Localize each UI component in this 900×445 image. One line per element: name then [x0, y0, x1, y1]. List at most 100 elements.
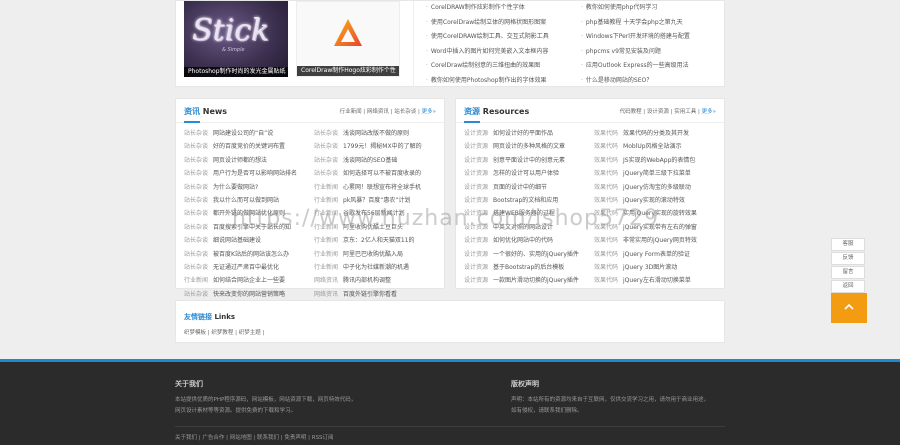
- item-title[interactable]: 如何结合网站企业上一些要: [213, 277, 285, 284]
- item-category[interactable]: 效果代码: [594, 197, 618, 204]
- item-title[interactable]: jQuery实现的滚动特效: [623, 197, 685, 204]
- item-title[interactable]: 如何设计好的平面作品: [493, 130, 553, 137]
- item-title[interactable]: 百度搜索引擎中关于站长的知: [213, 224, 291, 231]
- item-category[interactable]: 站长杂谈: [314, 143, 338, 150]
- item-title[interactable]: jQuery简单三级下拉菜单: [623, 170, 691, 177]
- item-category[interactable]: 效果代码: [594, 210, 618, 217]
- list-item[interactable]: Windows下Perl开发环境的搭建与配置: [581, 30, 721, 45]
- item-category[interactable]: 设计资源: [464, 130, 488, 137]
- item-title[interactable]: pk风暴？百度“惠农”计划: [343, 197, 411, 204]
- item-category[interactable]: 站长杂谈: [184, 130, 208, 137]
- item-category[interactable]: 效果代码: [594, 224, 618, 231]
- item-category[interactable]: 设计资源: [464, 184, 488, 191]
- item-category[interactable]: 行业新闻: [314, 197, 338, 204]
- item-title[interactable]: 网站建设公司的“自”说: [213, 130, 273, 137]
- item-title[interactable]: 好的百度竞价的关键词布置: [213, 143, 285, 150]
- item-category[interactable]: 行业新闻: [314, 251, 338, 258]
- list-item[interactable]: 设计资源 网页设计的多种风格的文章: [464, 140, 592, 153]
- item-title[interactable]: 被百度K站后的网站该怎么办: [213, 251, 289, 258]
- item-category[interactable]: 站长杂谈: [184, 224, 208, 231]
- item-title[interactable]: JS实现的WebApp的表情包: [623, 157, 695, 164]
- list-item[interactable]: 站长杂谈 为什么要做网站?: [184, 181, 312, 194]
- list-item[interactable]: 设计资源 中英文对照的网站设计: [464, 221, 592, 234]
- side-back-button[interactable]: 返回: [831, 280, 865, 293]
- list-item[interactable]: 设计资源 Bootstrap的文档和应用: [464, 194, 592, 207]
- list-item[interactable]: 效果代码 jQuery简单三级下拉菜单: [594, 167, 718, 180]
- item-category[interactable]: 站长杂谈: [184, 197, 208, 204]
- list-item[interactable]: 效果代码 效果代码的分类及其开发: [594, 127, 718, 140]
- list-item[interactable]: 行业新闻 阿里巴巴收购优酷入局: [314, 248, 438, 261]
- item-title[interactable]: 效果代码的分类及其开发: [623, 130, 689, 137]
- item-title[interactable]: jQuery Form表单的验证: [623, 251, 690, 258]
- list-item[interactable]: 效果代码 实用jQuery实现的旋转效果: [594, 207, 718, 220]
- list-item[interactable]: 行业新闻 如何结合网站企业上一些要: [184, 274, 312, 287]
- item-title[interactable]: MoblUp风格全站演示: [623, 143, 682, 150]
- list-item[interactable]: 效果代码 jQuery实现的滚动特效: [594, 194, 718, 207]
- item-category[interactable]: 效果代码: [594, 237, 618, 244]
- item-category[interactable]: 设计资源: [464, 237, 488, 244]
- item-title[interactable]: 中英文对照的网站设计: [493, 224, 553, 231]
- item-category[interactable]: 设计资源: [464, 264, 488, 271]
- item-category[interactable]: 行业新闻: [314, 224, 338, 231]
- item-category[interactable]: 站长杂谈: [184, 251, 208, 258]
- item-category[interactable]: 行业新闻: [314, 184, 338, 191]
- list-item[interactable]: CorelDraw绘制创意的三维扭曲的效果图: [426, 59, 574, 74]
- category-links[interactable]: 代码教程 | 设计资源 | 实用工具 |: [620, 109, 702, 115]
- item-category[interactable]: 效果代码: [594, 184, 618, 191]
- list-item[interactable]: 教你如何使用Photoshop制作出的字体效果: [426, 74, 574, 89]
- list-item[interactable]: 设计资源 创意平面设计中的创意元素: [464, 154, 592, 167]
- item-category[interactable]: 站长杂谈: [184, 237, 208, 244]
- list-item[interactable]: 设计资源 一款图片滑动切换的jQuery插件: [464, 274, 592, 287]
- item-title[interactable]: 阿里巴巴收购优酷入局: [343, 251, 403, 258]
- list-item[interactable]: 站长杂谈 细说网站基础建设: [184, 234, 312, 247]
- list-item[interactable]: 设计资源 基于Bootstrap的后台模板: [464, 261, 592, 274]
- item-category[interactable]: 设计资源: [464, 210, 488, 217]
- side-message-button[interactable]: 留言: [831, 266, 865, 279]
- item-title[interactable]: 阿里收购优酷土豆巨头: [343, 224, 403, 231]
- item-category[interactable]: 站长杂谈: [184, 210, 208, 217]
- footer-links[interactable]: 关于我们 | 广告合作 | 网站地图 | 联系我们 | 免责声明 | RSS订阅: [175, 433, 334, 441]
- item-title[interactable]: 中子化为社媒新潮的机遇: [343, 264, 409, 271]
- list-item[interactable]: 行业新闻 京东：2亿人和天猫双11的: [314, 234, 438, 247]
- item-title[interactable]: 用户行为是否可以影响网站排名: [213, 170, 297, 177]
- list-item[interactable]: 站长杂谈 浅谈网站的SEO基础: [314, 154, 438, 167]
- list-item[interactable]: phpcms v9常见安装及问题: [581, 45, 721, 60]
- item-title[interactable]: jQuery 3D图片滚动: [623, 264, 677, 271]
- thumb-caption[interactable]: Photoshop制作时尚的发光金属贴纸: [184, 67, 288, 77]
- item-title[interactable]: 创意平面设计中的创意元素: [493, 157, 565, 164]
- list-item[interactable]: 设计资源 一个很好的、实用的jQuery插件: [464, 248, 592, 261]
- item-title[interactable]: 谷歌发布56层新闻计划: [343, 210, 405, 217]
- item-category[interactable]: 效果代码: [594, 277, 618, 284]
- list-item[interactable]: 行业新闻 pk风暴？百度“惠农”计划: [314, 194, 438, 207]
- list-item[interactable]: 行业新闻 谷歌发布56层新闻计划: [314, 207, 438, 220]
- item-category[interactable]: 设计资源: [464, 157, 488, 164]
- list-item[interactable]: 站长杂谈 如何选择可以不被百度收录的: [314, 167, 438, 180]
- item-category[interactable]: 行业新闻: [314, 264, 338, 271]
- item-title[interactable]: 一个很好的、实用的jQuery插件: [493, 251, 579, 258]
- item-category[interactable]: 网络资讯: [314, 277, 338, 284]
- side-feedback-button[interactable]: 反馈: [831, 252, 865, 265]
- item-title[interactable]: 心累网！联想宣布将全球手机: [343, 184, 421, 191]
- list-item[interactable]: 站长杂谈 网页设计师都的想法: [184, 154, 312, 167]
- item-title[interactable]: 实用jQuery实现的旋转效果: [623, 210, 697, 217]
- list-item[interactable]: 效果代码 jQuery 3D图片滚动: [594, 261, 718, 274]
- item-title[interactable]: jQuery仿淘宝的多级联动: [623, 184, 691, 191]
- list-item[interactable]: 效果代码 jQuery仿淘宝的多级联动: [594, 181, 718, 194]
- category-links[interactable]: 行业新闻 | 网络资讯 | 站长杂谈 |: [340, 109, 422, 115]
- item-title[interactable]: 网页设计师都的想法: [213, 157, 267, 164]
- item-title[interactable]: jQuery左右滑动切换菜单: [623, 277, 691, 284]
- item-category[interactable]: 站长杂谈: [314, 170, 338, 177]
- item-title[interactable]: 如何选择可以不被百度收录的: [343, 170, 421, 177]
- item-category[interactable]: 站长杂谈: [184, 157, 208, 164]
- item-category[interactable]: 站长杂谈: [184, 143, 208, 150]
- item-title[interactable]: 一款图片滑动切换的jQuery插件: [493, 277, 579, 284]
- item-title[interactable]: 快来改变你的网站营销策略: [213, 291, 285, 298]
- item-title[interactable]: 京东：2亿人和天猫双11的: [343, 237, 414, 244]
- list-item[interactable]: 站长杂谈 都开外链的做网站优化原则: [184, 207, 312, 220]
- list-item[interactable]: 站长杂谈 好的百度竞价的关键词布置: [184, 140, 312, 153]
- thumb-caption[interactable]: CorelDraw制作Hogo炫彩制作个性: [297, 66, 399, 76]
- list-item[interactable]: 站长杂谈 被百度K站后的网站该怎么办: [184, 248, 312, 261]
- item-title[interactable]: 百度外链引擎你看看: [343, 291, 397, 298]
- item-title[interactable]: 浅谈网站的SEO基础: [343, 157, 397, 164]
- list-item[interactable]: 站长杂谈 我以什么而可以做到网站: [184, 194, 312, 207]
